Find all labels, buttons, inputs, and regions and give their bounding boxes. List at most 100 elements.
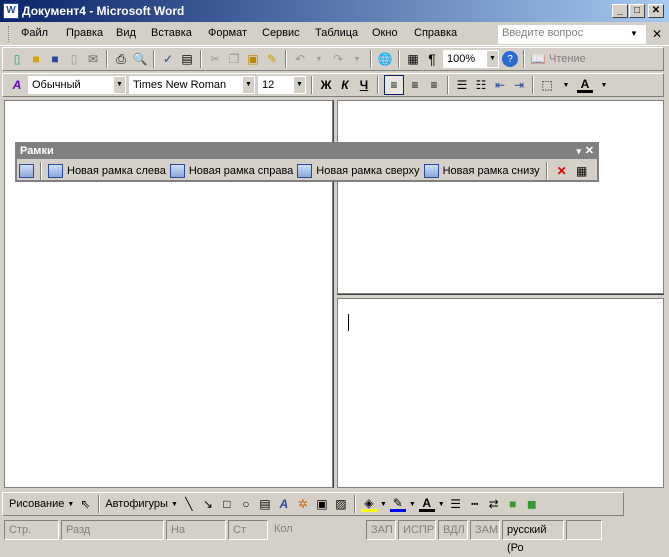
autoshapes-button[interactable]: Автофигуры: [105, 498, 168, 510]
menu-table[interactable]: Таблица: [315, 27, 358, 39]
chevron-down-icon[interactable]: ▼: [380, 501, 387, 508]
bullets-icon[interactable]: ☷: [473, 77, 489, 93]
menu-window[interactable]: Окно: [372, 27, 398, 39]
research-icon[interactable]: ▤: [179, 51, 195, 67]
print-icon[interactable]: ⎙: [113, 51, 129, 67]
menu-tools[interactable]: Сервис: [262, 27, 300, 39]
undo-dropdown-icon[interactable]: ▼: [311, 51, 327, 67]
new-frame-left-button[interactable]: Новая рамка слева: [67, 165, 166, 177]
line-style-icon[interactable]: ☰: [448, 496, 464, 512]
maximize-button[interactable]: □: [629, 4, 645, 18]
italic-button[interactable]: К: [337, 77, 353, 93]
drawing-menu-button[interactable]: Рисование: [9, 498, 64, 510]
save-icon[interactable]: ■: [47, 51, 63, 67]
paste-icon[interactable]: ▣: [245, 51, 261, 67]
frame-bottom-right[interactable]: [337, 298, 664, 488]
toolbar-options-icon[interactable]: ▾: [576, 144, 581, 159]
oval-icon[interactable]: ○: [238, 496, 254, 512]
3d-style-icon[interactable]: ◼: [524, 496, 540, 512]
arrow-style-icon[interactable]: ⇄: [486, 496, 502, 512]
menu-insert[interactable]: Вставка: [151, 27, 192, 39]
show-formatting-button[interactable]: ¶: [424, 51, 440, 67]
menu-format[interactable]: Формат: [208, 27, 247, 39]
select-objects-icon[interactable]: ⇖: [77, 496, 93, 512]
font-size-select[interactable]: 12 ▼: [258, 76, 306, 94]
status-ovr[interactable]: ЗАМ: [470, 520, 500, 540]
decrease-indent-icon[interactable]: ⇤: [492, 77, 508, 93]
shadow-style-icon[interactable]: ■: [505, 496, 521, 512]
copy-icon[interactable]: ❐: [226, 51, 242, 67]
close-button[interactable]: ✕: [648, 4, 664, 18]
align-left-icon[interactable]: ≡: [384, 75, 404, 95]
chevron-down-icon[interactable]: ▼: [243, 77, 254, 93]
frame-top-right[interactable]: [337, 100, 664, 294]
numbering-icon[interactable]: ☰: [454, 77, 470, 93]
open-folder-icon[interactable]: ■: [28, 51, 44, 67]
font-color-icon[interactable]: A: [418, 496, 435, 512]
align-right-icon[interactable]: ≡: [426, 77, 442, 93]
menu-help[interactable]: Справка: [414, 27, 457, 39]
word-app-icon[interactable]: W: [3, 3, 19, 19]
undo-icon[interactable]: ↶: [292, 51, 308, 67]
frames-toolbar-titlebar[interactable]: Рамки ▾ ✕: [17, 144, 597, 159]
spelling-icon[interactable]: ✓: [160, 51, 176, 67]
reading-layout-icon[interactable]: 📖: [530, 51, 546, 67]
line-color-icon[interactable]: ✎: [389, 496, 406, 512]
bold-button[interactable]: Ж: [318, 77, 334, 93]
status-ext[interactable]: ВДЛ: [438, 520, 468, 540]
chevron-down-icon[interactable]: ▼: [487, 51, 498, 67]
status-rec[interactable]: ЗАП: [366, 520, 396, 540]
borders-dropdown-icon[interactable]: ▼: [558, 77, 574, 93]
menu-view[interactable]: Вид: [116, 27, 136, 39]
close-document-button[interactable]: ✕: [652, 27, 662, 41]
frame-properties-icon[interactable]: ▦: [574, 163, 590, 179]
underline-button[interactable]: Ч: [356, 77, 372, 93]
diagram-icon[interactable]: ✲: [295, 496, 311, 512]
menu-edit[interactable]: Правка: [66, 27, 103, 39]
delete-frame-icon[interactable]: ✕: [554, 163, 570, 179]
print-preview-icon[interactable]: 🔍: [132, 51, 148, 67]
help-icon[interactable]: ?: [502, 51, 518, 67]
ask-dropdown-icon[interactable]: ▼: [630, 29, 638, 38]
redo-dropdown-icon[interactable]: ▼: [349, 51, 365, 67]
permission-icon[interactable]: ▯: [66, 51, 82, 67]
text-box-icon[interactable]: ▤: [257, 496, 273, 512]
wordart-icon[interactable]: A: [276, 496, 292, 512]
email-icon[interactable]: ✉: [85, 51, 101, 67]
font-select[interactable]: Times New Roman ▼: [129, 76, 255, 94]
chevron-down-icon[interactable]: ▼: [114, 77, 125, 93]
clip-art-icon[interactable]: ▣: [314, 496, 330, 512]
frames-toolbar-close[interactable]: ✕: [585, 144, 594, 159]
insert-picture-icon[interactable]: ▨: [333, 496, 349, 512]
styles-icon[interactable]: A: [9, 77, 25, 93]
redo-icon[interactable]: ↷: [330, 51, 346, 67]
hyperlink-icon[interactable]: 🌐: [377, 51, 393, 67]
new-frame-bottom-button[interactable]: Новая рамка снизу: [443, 165, 540, 177]
align-center-icon[interactable]: ≡: [407, 77, 423, 93]
arrow-icon[interactable]: ↘: [200, 496, 216, 512]
new-frame-top-button[interactable]: Новая рамка сверху: [316, 165, 419, 177]
font-color-button[interactable]: A: [577, 77, 593, 93]
minimize-button[interactable]: _: [612, 4, 628, 18]
borders-icon[interactable]: ⬚: [539, 77, 555, 93]
fill-color-icon[interactable]: ◈: [360, 496, 377, 512]
style-select[interactable]: Обычный ▼: [28, 76, 126, 94]
increase-indent-icon[interactable]: ⇥: [511, 77, 527, 93]
format-painter-icon[interactable]: ✎: [264, 51, 280, 67]
line-icon[interactable]: ╲: [181, 496, 197, 512]
zoom-select[interactable]: 100% ▼: [443, 50, 499, 68]
chevron-down-icon[interactable]: ▼: [171, 501, 178, 508]
new-frame-right-button[interactable]: Новая рамка справа: [189, 165, 293, 177]
rectangle-icon[interactable]: □: [219, 496, 235, 512]
status-trk[interactable]: ИСПР: [398, 520, 436, 540]
font-color-dropdown-icon[interactable]: ▼: [596, 77, 612, 93]
cut-icon[interactable]: ✂: [207, 51, 223, 67]
document-map-icon[interactable]: ▦: [405, 51, 421, 67]
menu-file[interactable]: Файл: [21, 27, 48, 39]
dash-style-icon[interactable]: ┅: [467, 496, 483, 512]
toolbar-grip[interactable]: [8, 26, 11, 42]
new-document-icon[interactable]: ▯: [9, 51, 25, 67]
table-of-contents-frame-icon[interactable]: [19, 164, 34, 178]
chevron-down-icon[interactable]: ▼: [67, 501, 74, 508]
ask-question-input[interactable]: Введите вопрос: [498, 25, 646, 44]
